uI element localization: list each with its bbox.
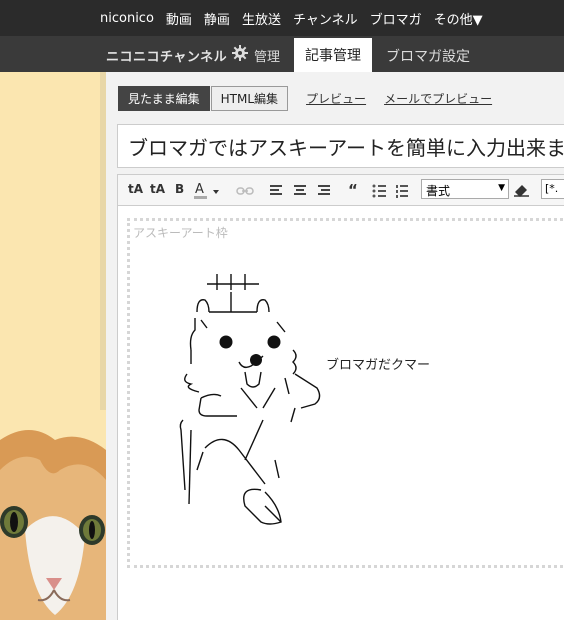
chevron-down-icon: ▼ bbox=[498, 183, 505, 193]
tab-article-manage[interactable]: 記事管理 bbox=[294, 38, 372, 72]
align-icons bbox=[270, 185, 330, 195]
preview-link[interactable]: プレビュー bbox=[306, 90, 366, 107]
mail-preview-link[interactable]: メールでプレビュー bbox=[384, 90, 492, 107]
title-input[interactable] bbox=[118, 125, 564, 167]
font-size-down-icon[interactable]: tA bbox=[150, 182, 165, 196]
channel-bar bbox=[0, 36, 564, 72]
title-field-wrapper bbox=[117, 124, 564, 168]
nav-more[interactable]: その他▼ bbox=[434, 9, 483, 28]
tab-blomaga-settings[interactable]: ブロマガ設定 bbox=[386, 46, 470, 66]
nav-seiga[interactable]: 静画 bbox=[204, 9, 230, 28]
align-left-icon bbox=[270, 185, 282, 195]
align-right-icon bbox=[318, 185, 330, 195]
channel-logo[interactable]: ニコニコチャンネル bbox=[106, 46, 227, 65]
nav-blomaga[interactable]: ブロマガ bbox=[370, 9, 422, 28]
numbered-list-icon bbox=[396, 185, 408, 198]
block-select[interactable]: [*. bbox=[541, 179, 564, 199]
cat-photo bbox=[0, 410, 106, 620]
format-select-value: 書式 bbox=[426, 184, 451, 198]
nav-niconico[interactable]: niconico bbox=[100, 11, 154, 26]
nav-channel[interactable]: チャンネル bbox=[293, 9, 358, 28]
nav-video[interactable]: 動画 bbox=[166, 9, 192, 28]
global-nav: niconico 動画 静画 生放送 チャンネル ブロマガ その他▼ bbox=[0, 0, 564, 36]
clear-format-icon[interactable] bbox=[513, 182, 531, 198]
editor-mode-row: 見たまま編集 HTML編集 プレビュー メールでプレビュー bbox=[118, 86, 492, 111]
list-icons bbox=[372, 184, 408, 198]
bullet-list-icon bbox=[372, 184, 386, 198]
nav-live[interactable]: 生放送 bbox=[242, 9, 281, 28]
ascii-art-caption: ブロマガだクマー bbox=[326, 358, 431, 373]
link-icon[interactable] bbox=[236, 184, 254, 198]
font-size-up-icon[interactable]: tA bbox=[128, 182, 143, 196]
html-mode-button[interactable]: HTML編集 bbox=[210, 86, 289, 111]
ascii-art-frame-label: アスキーアート枠 bbox=[133, 226, 228, 240]
font-color-icon[interactable]: A bbox=[193, 180, 223, 202]
bear-ascii-art bbox=[179, 274, 321, 525]
bold-icon[interactable]: B bbox=[175, 182, 184, 196]
format-select[interactable]: 書式 ▼ bbox=[421, 179, 509, 199]
quote-icon[interactable]: “ bbox=[348, 181, 358, 199]
align-center-icon bbox=[294, 185, 306, 195]
gear-icon[interactable] bbox=[231, 44, 249, 62]
wysiwyg-mode-button[interactable]: 見たまま編集 bbox=[118, 86, 210, 111]
manage-link[interactable]: 管理 bbox=[254, 46, 280, 65]
svg-text:A: A bbox=[195, 182, 204, 197]
